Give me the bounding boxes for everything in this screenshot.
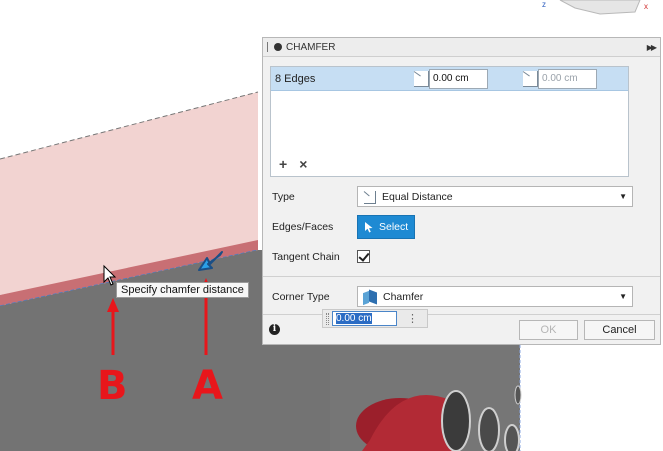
tangent-chain-label: Tangent Chain — [272, 250, 340, 263]
type-dropdown[interactable]: Equal Distance ▼ — [357, 186, 633, 207]
ok-button[interactable]: OK — [519, 320, 578, 340]
chamfer-distance-icon — [413, 70, 429, 88]
type-label: Type — [272, 190, 295, 203]
hole-2 — [478, 407, 500, 451]
edges-faces-label: Edges/Faces — [272, 221, 334, 233]
edges-faces-row: Edges/Faces Select — [272, 215, 415, 239]
chamfer-dialog: CHAMFER ▶▶ 8 Edges 0.00 cm 0.00 cm + × T… — [262, 37, 661, 345]
info-icon[interactable]: i — [269, 324, 280, 335]
cancel-button[interactable]: Cancel — [584, 320, 655, 340]
drag-handle-icon[interactable] — [326, 313, 329, 325]
annotation-label-a: A — [192, 363, 223, 409]
dialog-header[interactable]: CHAMFER ▶▶ — [263, 38, 660, 57]
annotation-label-b: B — [97, 363, 128, 409]
expand-icon[interactable]: ▶▶ — [647, 43, 657, 52]
add-icon[interactable]: + — [279, 156, 287, 172]
select-button[interactable]: Select — [357, 215, 415, 239]
tooltip-specify-distance: Specify chamfer distance — [116, 282, 249, 298]
corner-type-dropdown[interactable]: Chamfer ▼ — [357, 286, 633, 307]
edge-selection-list[interactable]: 8 Edges 0.00 cm 0.00 cm + × — [270, 66, 629, 177]
section-divider — [263, 276, 660, 277]
type-value: Equal Distance — [382, 190, 453, 203]
edge-set-row[interactable]: 8 Edges 0.00 cm 0.00 cm — [271, 67, 628, 91]
corner-type-label: Corner Type — [272, 290, 330, 303]
equal-distance-icon — [362, 189, 378, 205]
distance-field-2[interactable]: 0.00 cm — [538, 68, 597, 89]
hole-3 — [504, 424, 520, 451]
corner-type-value: Chamfer — [383, 290, 424, 303]
more-options-icon[interactable]: ⋮ — [407, 312, 418, 325]
select-button-label: Select — [379, 221, 409, 233]
hole-1 — [441, 390, 471, 451]
tangent-chain-checkbox[interactable] — [357, 250, 370, 263]
collapse-dot-icon[interactable] — [274, 43, 282, 51]
hole-4 — [514, 385, 522, 405]
drag-handle-icon[interactable] — [267, 42, 271, 52]
dialog-title: CHAMFER — [286, 41, 336, 53]
view-cube-axis-z: z — [542, 0, 546, 9]
view-cube-axis-x: x — [644, 2, 648, 11]
type-row: Type Equal Distance ▼ — [272, 186, 633, 207]
chamfer-corner-icon — [362, 289, 378, 305]
floating-distance-field[interactable]: 0.00 cm — [332, 311, 397, 326]
edge-count-label: 8 Edges — [275, 72, 316, 85]
distance-field[interactable]: 0.00 cm — [429, 68, 488, 89]
corner-type-row: Corner Type Chamfer ▼ — [272, 286, 633, 307]
tangent-chain-row: Tangent Chain — [272, 250, 370, 263]
chamfer-distance-2-icon — [522, 70, 538, 88]
chevron-down-icon: ▼ — [619, 292, 627, 301]
floating-distance-input[interactable]: 0.00 cm ⋮ — [322, 309, 428, 328]
chevron-down-icon: ▼ — [619, 192, 627, 201]
floating-distance-value: 0.00 cm — [336, 313, 372, 324]
remove-icon[interactable]: × — [299, 156, 307, 172]
cursor-arrow-icon — [365, 221, 373, 232]
view-cube[interactable] — [559, 0, 641, 15]
